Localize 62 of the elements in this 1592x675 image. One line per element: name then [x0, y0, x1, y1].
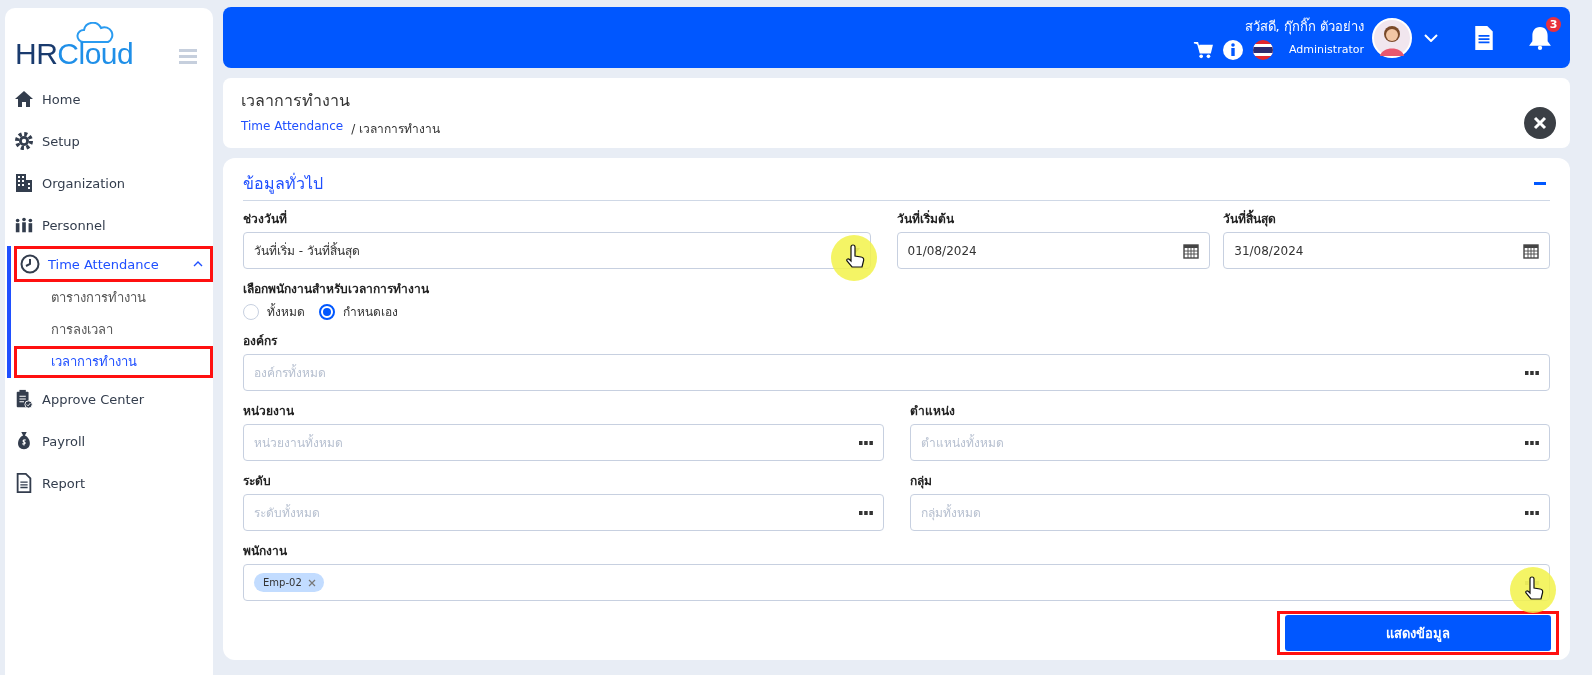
close-icon[interactable]	[1524, 107, 1556, 139]
radio-option[interactable]: ทั้งหมด	[243, 302, 305, 321]
breadcrumb-link[interactable]: Time Attendance	[241, 119, 344, 138]
section-title: ข้อมูลทั่วไป	[243, 172, 323, 196]
more-icon[interactable]	[1525, 510, 1539, 515]
more-icon[interactable]	[1525, 370, 1539, 375]
clock-icon	[20, 254, 40, 274]
field-label: เลือกพนักงานสำหรับเวลาการทำงาน	[243, 281, 429, 298]
field-label: ตำแหน่ง	[909, 403, 955, 420]
cloud-icon	[75, 22, 116, 44]
field-label: องค์กร	[243, 333, 277, 350]
cart-icon[interactable]	[1193, 39, 1213, 60]
sidebar-item[interactable]: Report	[5, 462, 213, 504]
gear-icon	[14, 131, 34, 151]
document-icon	[14, 473, 34, 493]
field-label: กลุ่ม	[909, 473, 932, 490]
page-title: เวลาการทำงาน	[241, 90, 351, 112]
sidebar-item[interactable]: Home	[5, 78, 213, 120]
select-field[interactable]: วันที่เริ่ม - วันที่สิ้นสุด	[243, 232, 871, 269]
field-label: ระดับ	[243, 473, 271, 490]
people-icon	[14, 215, 34, 235]
more-icon[interactable]	[858, 510, 873, 515]
info-icon[interactable]	[1223, 39, 1243, 60]
date-field[interactable]: 31/08/2024	[1223, 232, 1550, 269]
logo-text: HRCloud	[15, 38, 134, 70]
radio-option[interactable]: กำหนดเอง	[319, 302, 398, 321]
sidebar-subitem[interactable]: ตารางการทำงาน	[14, 282, 213, 314]
sidebar-subitem[interactable]: การลงเวลา	[14, 314, 213, 346]
calendar-icon	[1183, 242, 1200, 259]
field-label: ช่วงวันที่	[243, 209, 287, 228]
remove-icon[interactable]	[307, 578, 316, 587]
breadcrumb-current: / เวลาการทำงาน	[351, 121, 440, 138]
notification-badge: 3	[1546, 16, 1561, 32]
field-label: พนักงาน	[243, 543, 287, 560]
more-icon[interactable]	[858, 440, 873, 445]
sidebar-item[interactable]: Payroll	[5, 420, 213, 462]
clipboard-check-icon	[14, 389, 34, 409]
avatar[interactable]	[1372, 17, 1412, 58]
sidebar-subitem[interactable]: เวลาการทำงาน	[14, 346, 213, 378]
field-label: วันที่สิ้นสุด	[1223, 209, 1277, 228]
role-text: Administrator	[1289, 43, 1364, 56]
sidebar-item[interactable]: Setup	[5, 120, 213, 162]
show-data-button[interactable]: แสดงข้อมูล	[1285, 615, 1551, 651]
sidebar-item[interactable]: Approve Center	[5, 378, 213, 420]
chevron-up-icon	[193, 261, 203, 267]
bell-icon[interactable]	[1528, 25, 1552, 50]
building-icon	[14, 173, 34, 193]
greeting-text: สวัสดี, กุ๊กกิ๊ก ตัวอย่าง	[1244, 16, 1364, 37]
field-label: หน่วยงาน	[243, 403, 294, 420]
sidebar-item[interactable]: Time Attendance	[14, 246, 213, 282]
house-icon	[14, 89, 34, 109]
more-icon[interactable]	[1525, 440, 1539, 445]
date-field[interactable]: 01/08/2024	[896, 232, 1211, 269]
flag-icon[interactable]	[1253, 39, 1273, 60]
collapse-icon[interactable]	[1534, 181, 1546, 185]
chevron-down-icon[interactable]	[1424, 33, 1438, 42]
field-label: วันที่เริ่มต้น	[896, 209, 954, 228]
sidebar-item[interactable]: Personnel	[5, 204, 213, 246]
sidebar-item[interactable]: Organization	[5, 162, 213, 204]
calendar-icon	[1523, 242, 1539, 259]
document-icon[interactable]	[1474, 25, 1494, 50]
tag-chip[interactable]: Emp-02	[254, 573, 324, 592]
